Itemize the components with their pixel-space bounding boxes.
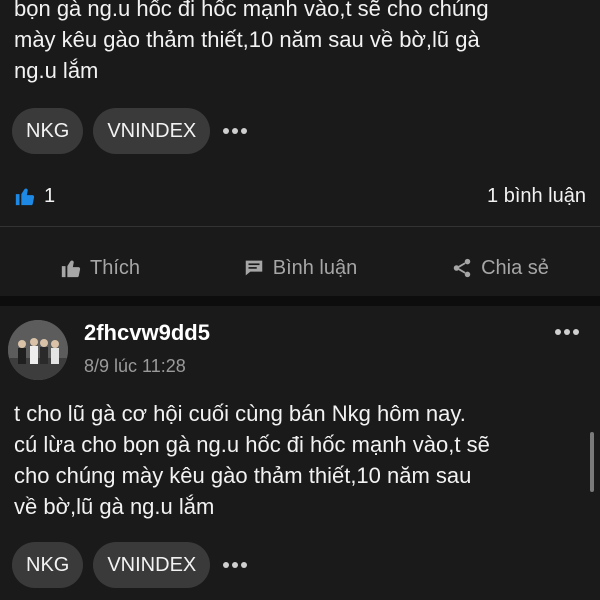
post-text-line: cú lừa cho bọn gà ng.u hốc đi hốc mạnh v… <box>14 432 490 457</box>
post-text-line: về bờ,lũ gà ng.u lắm <box>14 494 215 519</box>
post-text-line: cho chúng mày kêu gào thảm thiết,10 năm … <box>14 463 472 488</box>
tag-nkg[interactable]: NKG <box>12 542 84 588</box>
tags-more-icon[interactable] <box>220 542 250 588</box>
like-count: 1 <box>44 184 56 207</box>
share-icon <box>453 258 471 278</box>
action-bar: Thích Bình luận Chia sẻ <box>0 240 600 296</box>
like-summary[interactable]: 1 <box>14 185 55 208</box>
share-button-label: Chia sẻ <box>481 256 549 279</box>
divider <box>0 226 600 227</box>
username[interactable]: 2fhcvw9dd5 <box>84 320 210 346</box>
post-stats: 1 1 bình luận <box>14 180 586 212</box>
post-body: t cho lũ gà cơ hội cuối cùng bán Nkg hôm… <box>14 398 586 522</box>
share-button[interactable]: Chia sẻ <box>400 240 600 296</box>
comment-count[interactable]: 1 bình luận <box>487 185 586 208</box>
post-text-line: ng.u lắm <box>14 58 99 83</box>
thumbs-up-icon <box>15 188 35 206</box>
more-options-icon[interactable] <box>552 322 582 342</box>
post-body: bọn gà ng.u hốc đi hốc mạnh vào,t sẽ cho… <box>14 0 586 86</box>
scrollbar[interactable] <box>590 432 594 492</box>
comment-button-label: Bình luận <box>272 256 358 279</box>
post-timestamp: 8/9 lúc 11:28 <box>84 356 186 376</box>
comment-button[interactable]: Bình luận <box>200 240 400 296</box>
thumbs-up-icon <box>61 260 81 278</box>
like-button[interactable]: Thích <box>0 240 200 296</box>
post-text-line: mày kêu gào thảm thiết,10 năm sau về bờ,… <box>14 27 480 52</box>
tags-more-icon[interactable] <box>220 108 250 154</box>
tag-nkg[interactable]: NKG <box>12 108 84 154</box>
comment-icon <box>245 260 262 276</box>
tag-vnindex[interactable]: VNINDEX <box>93 542 211 588</box>
post-separator <box>0 296 600 306</box>
tag-list: NKG VNINDEX <box>12 108 250 154</box>
post-text-line: t cho lũ gà cơ hội cuối cùng bán Nkg hôm… <box>14 401 466 426</box>
post-text-line: bọn gà ng.u hốc đi hốc mạnh vào,t sẽ cho… <box>14 0 489 21</box>
post-card: bọn gà ng.u hốc đi hốc mạnh vào,t sẽ cho… <box>0 0 600 296</box>
like-button-label: Thích <box>89 256 141 279</box>
post-card: 2fhcvw9dd5 8/9 lúc 11:28 t cho lũ gà cơ … <box>0 306 600 600</box>
tag-vnindex[interactable]: VNINDEX <box>93 108 211 154</box>
tag-list: NKG VNINDEX <box>12 542 250 588</box>
avatar[interactable] <box>8 320 68 380</box>
